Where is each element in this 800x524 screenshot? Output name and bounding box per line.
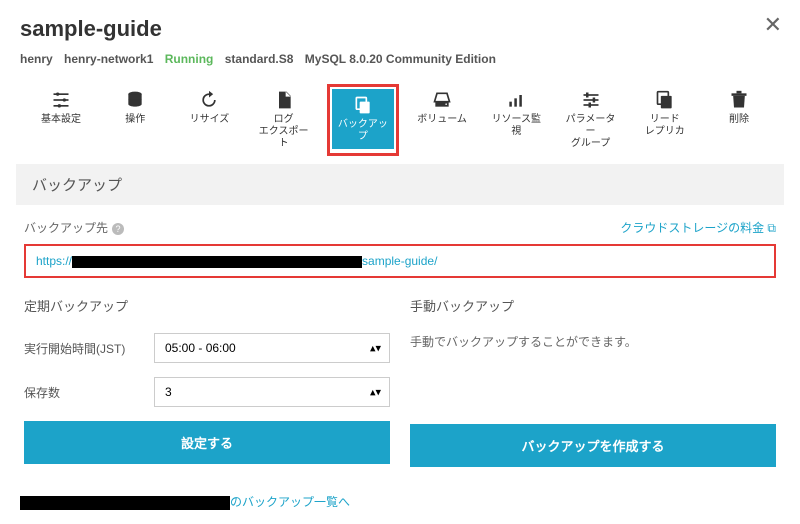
chevron-updown-icon: ▴▾ [370, 342, 381, 355]
tab-refresh[interactable]: リサイズ [178, 84, 240, 156]
tab-chart[interactable]: リソース監視 [485, 84, 547, 156]
url-suffix: sample-guide/ [362, 254, 437, 268]
storage-pricing-link[interactable]: クラウドストレージの料金 ⧉ [620, 219, 776, 236]
tab-copy2[interactable]: リード レプリカ [634, 84, 696, 156]
footer: のバックアップ一覧へ [20, 493, 350, 510]
tab-copy[interactable]: バックアップ [332, 89, 394, 149]
copy2-icon: リード レプリカ [645, 114, 685, 138]
close-icon[interactable]: ✕ [764, 12, 782, 38]
copy-icon: バックアップ [334, 119, 392, 143]
manual-desc: 手動でバックアップすることができます。 [410, 333, 776, 350]
tab-sliders[interactable]: 基本設定 [30, 84, 92, 156]
tab-file[interactable]: ログ エクスポート [253, 84, 315, 156]
sliders2-icon: パラメーター グループ [562, 114, 620, 150]
chevron-updown-icon: ▴▾ [370, 386, 381, 399]
scheduled-title: 定期バックアップ [24, 296, 390, 315]
refresh-icon: リサイズ [190, 114, 230, 126]
meta-network: henry-network1 [64, 52, 153, 66]
retain-label: 保存数 [24, 384, 154, 401]
footer-redacted [20, 496, 230, 510]
manual-title: 手動バックアップ [410, 296, 776, 315]
backup-dest-label: バックアップ先? [24, 219, 124, 236]
time-select[interactable]: 05:00 - 06:00▴▾ [154, 333, 390, 363]
tab-database[interactable]: 操作 [104, 84, 166, 156]
retain-select[interactable]: 3▴▾ [154, 377, 390, 407]
file-icon: ログ エクスポート [255, 114, 313, 150]
backup-list-link[interactable]: のバックアップ一覧へ [230, 495, 350, 509]
hdd-icon: ボリューム [417, 114, 467, 126]
sliders-icon: 基本設定 [41, 114, 81, 126]
help-icon[interactable]: ? [112, 223, 124, 235]
tab-bar: 基本設定 操作 リサイズ ログ エクスポートバックアップ ボリューム リソース監視パラメー… [20, 84, 780, 164]
url-prefix: https:// [36, 254, 72, 268]
meta-user: henry [20, 52, 53, 66]
create-backup-button[interactable]: バックアップを作成する [410, 424, 776, 467]
page-title: sample-guide [20, 16, 780, 42]
manual-backup-panel: 手動バックアップ 手動でバックアップすることができます。 バックアップを作成する [410, 296, 776, 467]
time-label: 実行開始時間(JST) [24, 340, 154, 357]
url-redacted [72, 256, 362, 268]
tab-trash[interactable]: 削除 [708, 84, 770, 156]
meta-status: Running [165, 52, 214, 66]
tab-hdd[interactable]: ボリューム [411, 84, 473, 156]
trash-icon: 削除 [729, 114, 749, 126]
meta-engine: MySQL 8.0.20 Community Edition [305, 52, 496, 66]
meta-plan: standard.S8 [225, 52, 294, 66]
database-icon: 操作 [125, 114, 145, 126]
tab-sliders2[interactable]: パラメーター グループ [560, 84, 622, 156]
chart-icon: リソース監視 [487, 114, 545, 138]
backup-dest-url[interactable]: https:// sample-guide/ [24, 244, 776, 278]
section-heading: バックアップ [16, 164, 784, 205]
schedule-save-button[interactable]: 設定する [24, 421, 390, 464]
meta-bar: henry henry-network1 Running standard.S8… [20, 52, 780, 66]
scheduled-backup-panel: 定期バックアップ 実行開始時間(JST) 05:00 - 06:00▴▾ 保存数… [24, 296, 390, 467]
